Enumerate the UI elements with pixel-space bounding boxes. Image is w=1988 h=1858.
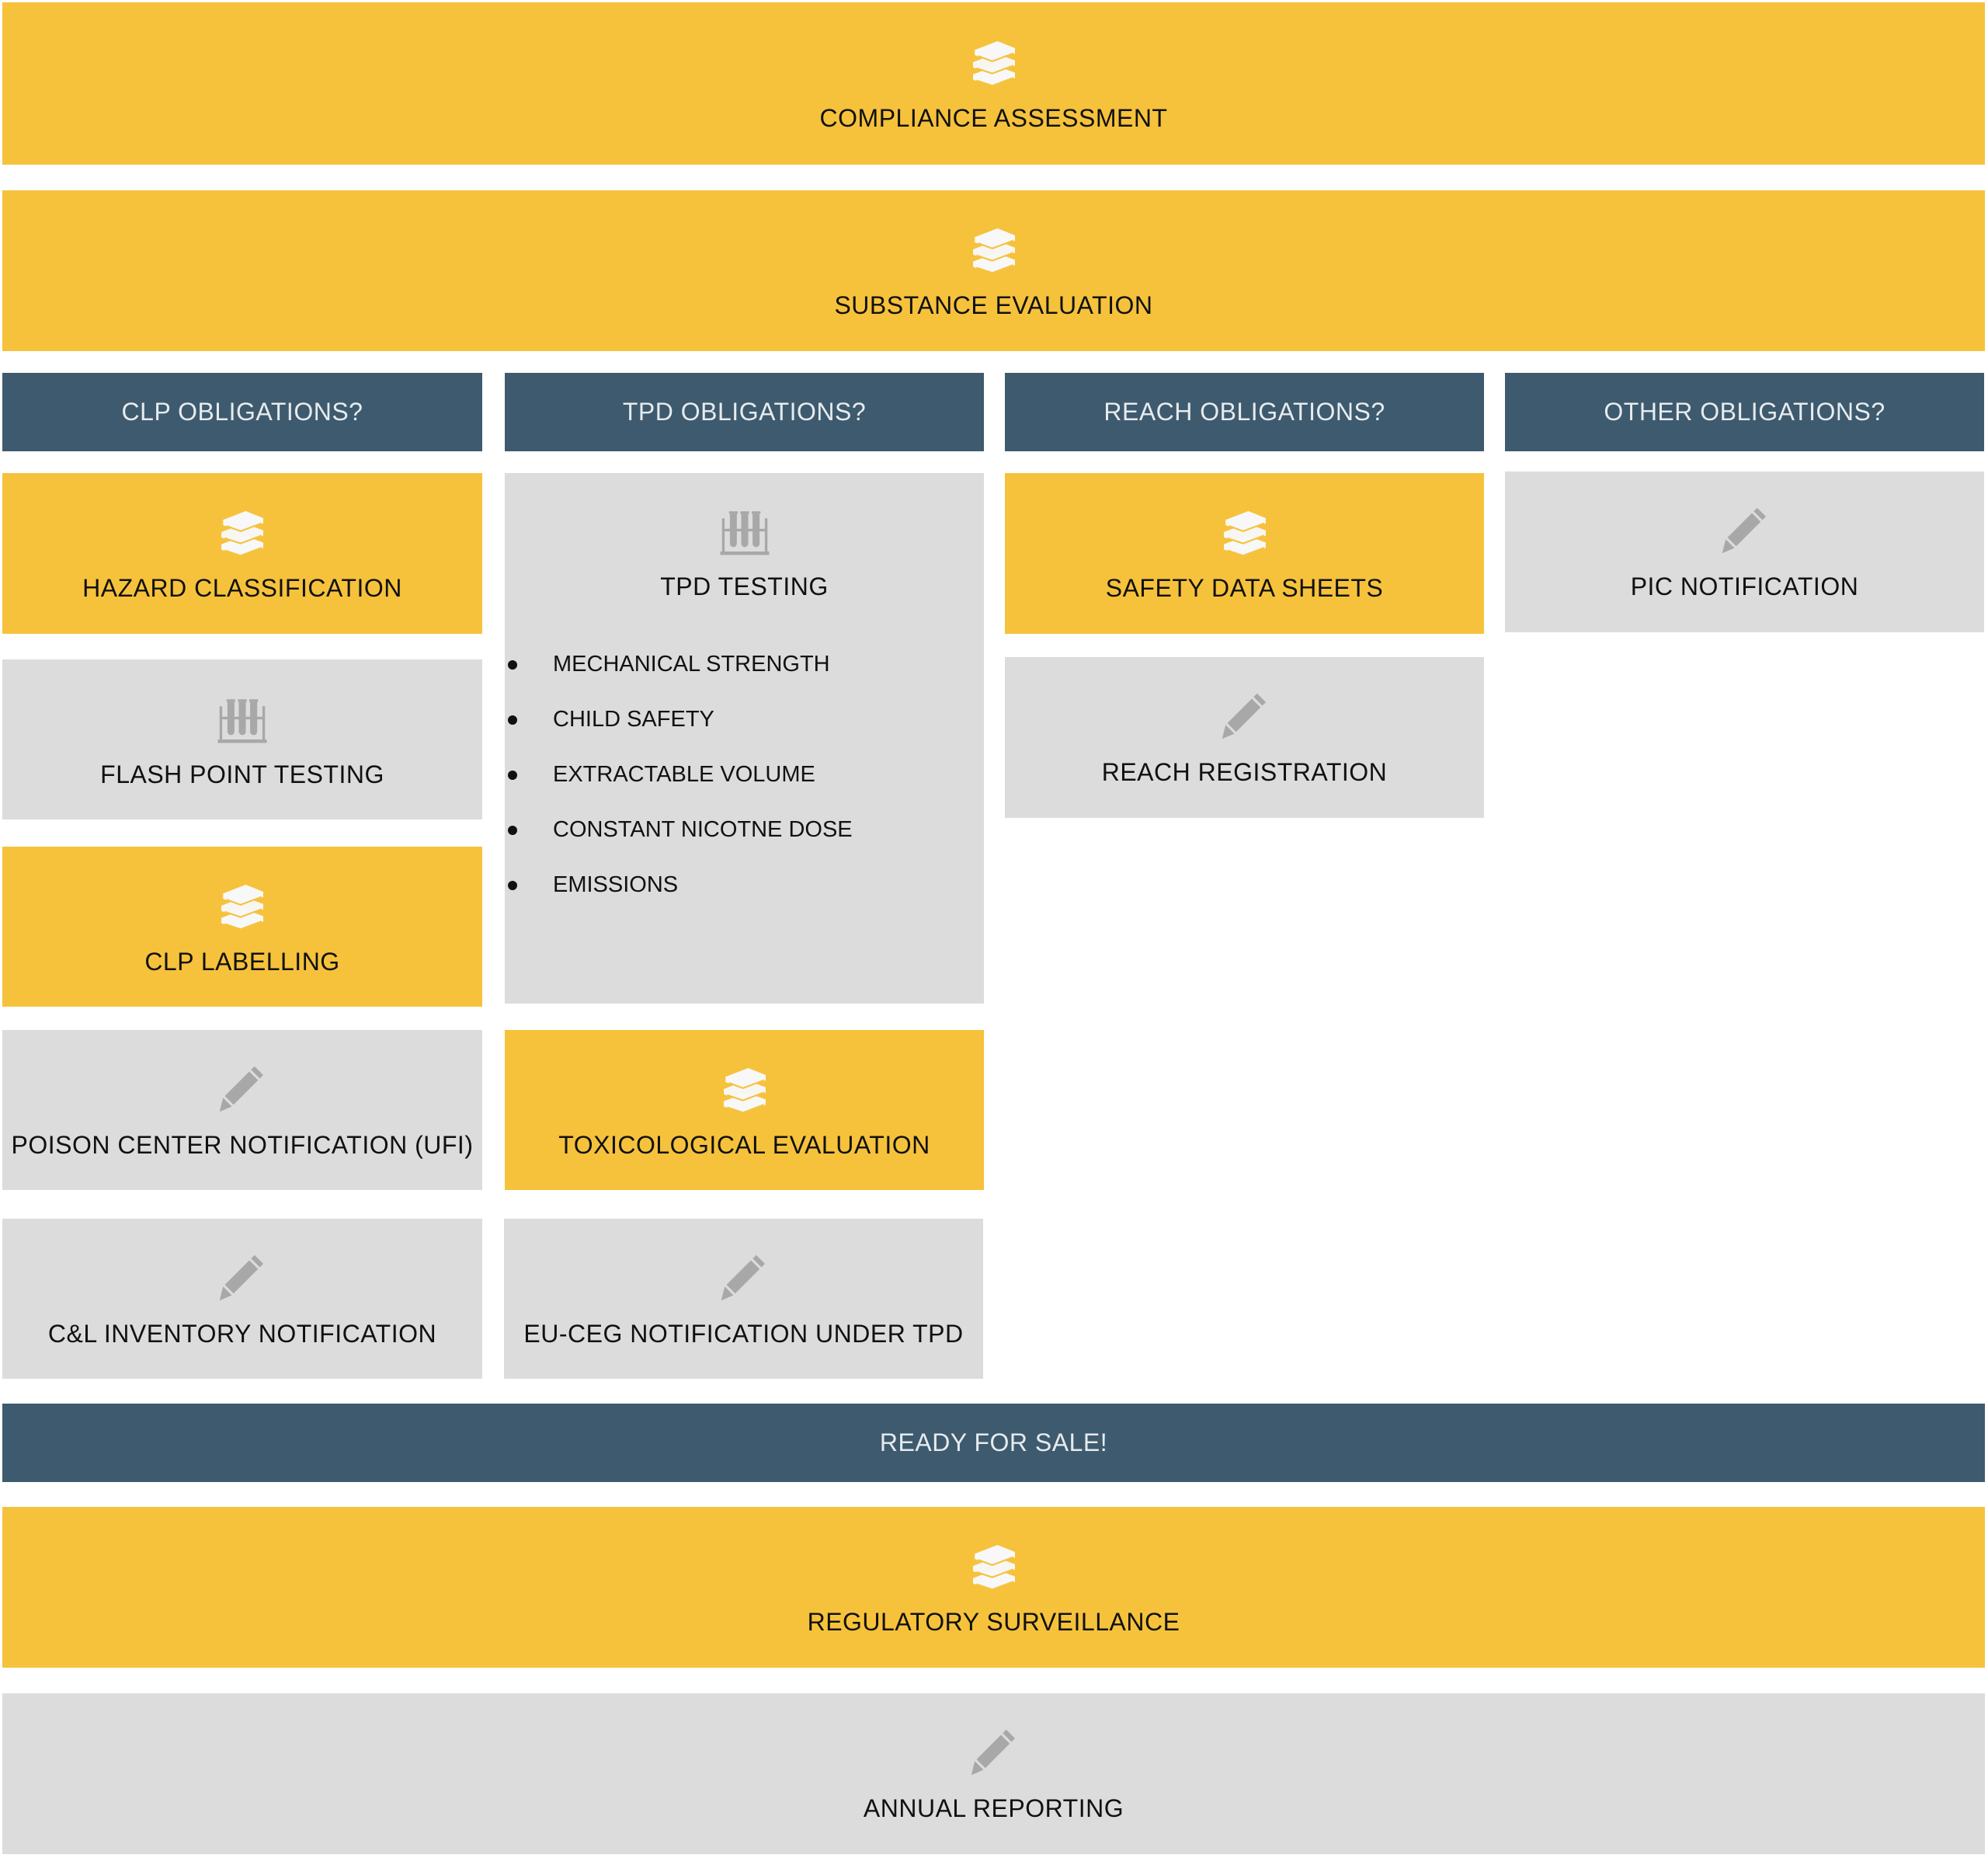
bullet-icon (508, 825, 517, 835)
reach-obligations-header[interactable]: REACH OBLIGATIONS? (1005, 373, 1484, 451)
test-tubes-icon (214, 691, 270, 746)
poison-center-notification-block[interactable]: POISON CENTER NOTIFICATION (UFI) (2, 1030, 482, 1190)
clp-labelling-block[interactable]: CLP LABELLING (2, 847, 482, 1007)
poison-center-notification-label: POISON CENTER NOTIFICATION (UFI) (11, 1130, 474, 1159)
tpd-obligations-header[interactable]: TPD OBLIGATIONS? (505, 373, 984, 451)
ready-for-sale-label: READY FOR SALE! (879, 1428, 1108, 1456)
toxicological-evaluation-label: TOXICOLOGICAL EVALUATION (558, 1130, 930, 1159)
list-item: MECHANICAL STRENGTH (505, 637, 984, 692)
pic-notification-label: PIC NOTIFICATION (1630, 572, 1859, 600)
hazard-classification-label: HAZARD CLASSIFICATION (82, 574, 402, 602)
annual-reporting-block[interactable]: ANNUAL REPORTING (2, 1693, 1985, 1854)
clp-obligations-label: CLP OBLIGATIONS? (121, 398, 363, 426)
clp-obligations-header[interactable]: CLP OBLIGATIONS? (2, 373, 482, 451)
pencil-icon (716, 1250, 772, 1306)
pencil-icon (214, 1250, 270, 1306)
cl-inventory-notification-block[interactable]: C&L INVENTORY NOTIFICATION (2, 1219, 482, 1379)
list-item: CONSTANT NICOTNE DOSE (505, 802, 984, 858)
eu-ceg-notification-block[interactable]: EU-CEG NOTIFICATION UNDER TPD (504, 1219, 983, 1379)
other-obligations-header[interactable]: OTHER OBLIGATIONS? (1505, 373, 1984, 451)
flash-point-testing-label: FLASH POINT TESTING (100, 760, 384, 788)
reach-registration-label: REACH REGISTRATION (1101, 758, 1388, 786)
books-icon (214, 878, 270, 934)
books-icon (966, 34, 1022, 90)
tpd-testing-label: TPD TESTING (660, 572, 829, 600)
tpd-testing-list: MECHANICAL STRENGTH CHILD SAFETY EXTRACT… (505, 637, 984, 913)
eu-ceg-notification-label: EU-CEG NOTIFICATION UNDER TPD (523, 1319, 964, 1348)
safety-data-sheets-block[interactable]: SAFETY DATA SHEETS (1005, 473, 1484, 634)
books-icon (966, 221, 1022, 277)
regulatory-surveillance-block[interactable]: REGULATORY SURVEILLANCE (2, 1507, 1985, 1668)
ready-for-sale-bar[interactable]: READY FOR SALE! (2, 1404, 1985, 1482)
test-tubes-icon (717, 503, 773, 558)
regulatory-surveillance-label: REGULATORY SURVEILLANCE (807, 1608, 1180, 1636)
tpd-obligations-label: TPD OBLIGATIONS? (622, 398, 867, 426)
flash-point-testing-block[interactable]: FLASH POINT TESTING (2, 659, 482, 819)
other-obligations-label: OTHER OBLIGATIONS? (1604, 398, 1885, 426)
hazard-classification-block[interactable]: HAZARD CLASSIFICATION (2, 473, 482, 634)
list-item: EMISSIONS (505, 858, 984, 913)
bullet-icon (508, 715, 517, 725)
bullet-icon (508, 880, 517, 890)
pencil-icon (214, 1061, 270, 1117)
compliance-assessment-block[interactable]: COMPLIANCE ASSESSMENT (2, 2, 1985, 165)
pencil-icon (966, 1724, 1022, 1780)
pencil-icon (1717, 503, 1773, 558)
safety-data-sheets-label: SAFETY DATA SHEETS (1105, 574, 1384, 602)
bullet-icon (508, 770, 517, 780)
books-icon (966, 1538, 1022, 1594)
reach-obligations-label: REACH OBLIGATIONS? (1103, 398, 1385, 426)
cl-inventory-notification-label: C&L INVENTORY NOTIFICATION (47, 1319, 437, 1348)
reach-registration-block[interactable]: REACH REGISTRATION (1005, 657, 1484, 818)
pencil-icon (1217, 688, 1273, 744)
substance-evaluation-block[interactable]: SUBSTANCE EVALUATION (2, 190, 1985, 351)
books-icon (214, 504, 270, 560)
books-icon (717, 1061, 773, 1117)
clp-labelling-label: CLP LABELLING (144, 947, 340, 976)
substance-evaluation-label: SUBSTANCE EVALUATION (834, 291, 1153, 319)
pic-notification-block[interactable]: PIC NOTIFICATION (1505, 471, 1984, 632)
books-icon (1217, 504, 1273, 560)
annual-reporting-label: ANNUAL REPORTING (863, 1794, 1124, 1822)
compliance-assessment-label: COMPLIANCE ASSESSMENT (819, 104, 1168, 132)
list-item: CHILD SAFETY (505, 692, 984, 747)
bullet-icon (508, 659, 517, 670)
list-item: EXTRACTABLE VOLUME (505, 747, 984, 802)
toxicological-evaluation-block[interactable]: TOXICOLOGICAL EVALUATION (505, 1030, 984, 1190)
